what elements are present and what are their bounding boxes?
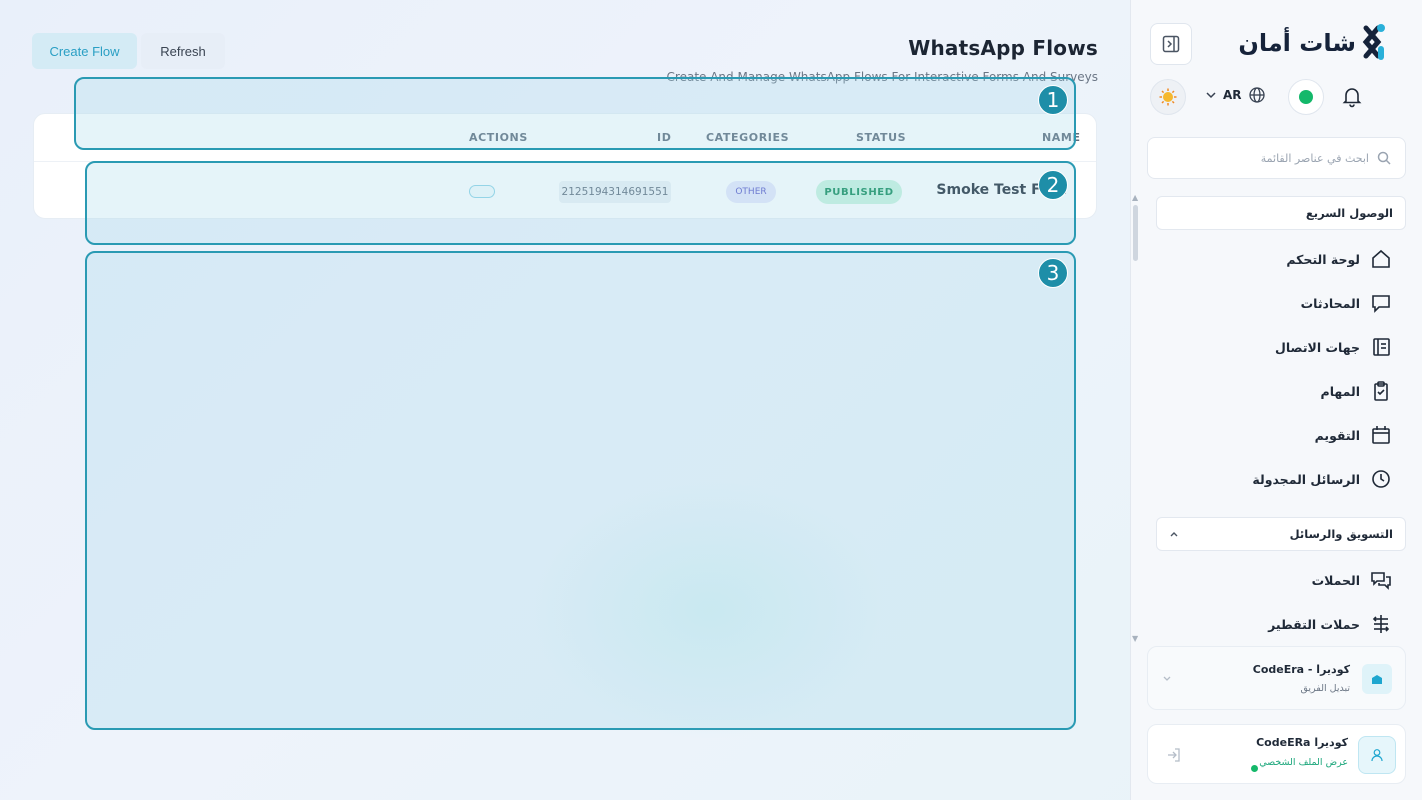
menu-search (1147, 137, 1406, 179)
language-code: AR (1223, 88, 1242, 102)
sidebar-item-label: جهات الاتصال (1274, 339, 1360, 355)
sidebar-item-scheduled-messages[interactable]: الرسائل المجدولة (1252, 465, 1392, 493)
sidebar-item-tasks[interactable]: المهام (1321, 377, 1392, 405)
team-switcher[interactable]: كوديرا - CodeEra تبديل الفريق (1147, 646, 1406, 710)
building-icon (1372, 675, 1382, 684)
chat-icon (1372, 295, 1390, 313)
sidebar-scrollbar-thumb[interactable] (1133, 205, 1138, 261)
marketing-section-label: التسويق والرسائل (1289, 527, 1393, 541)
team-avatar (1362, 664, 1392, 694)
sidebar-item-conversations[interactable]: المحادثات (1301, 289, 1392, 317)
logo-mark-icon (1362, 24, 1385, 60)
notifications-button[interactable] (1340, 84, 1364, 112)
chevron-down-icon (1163, 676, 1171, 681)
menu-search-input[interactable] (1169, 151, 1369, 165)
logo-text: شات أمان (1238, 29, 1356, 57)
sidebar-item-campaigns[interactable]: الحملات (1312, 566, 1392, 594)
globe-icon (1248, 87, 1265, 103)
scroll-up-arrow-icon[interactable]: ▲ (1132, 193, 1138, 202)
region-2-overlay (85, 161, 1076, 245)
sidebar-item-label: الحملات (1311, 572, 1360, 588)
profile-card[interactable]: كوديرا CodeERa عرض الملف الشخصي (1147, 724, 1406, 784)
region-3-label: 3 (1038, 258, 1068, 288)
sidebar-item-drip-campaigns[interactable]: حملات التقطير (1268, 610, 1392, 638)
sidebar-item-label: التقويم (1314, 427, 1360, 443)
chevron-up-icon (1170, 532, 1178, 537)
region-3-overlay (85, 251, 1076, 730)
view-profile-link[interactable]: عرض الملف الشخصي (1259, 757, 1348, 768)
sidebar-item-label: الرسائل المجدولة (1252, 471, 1360, 487)
logout-icon[interactable] (1166, 747, 1182, 763)
quick-access-label: الوصول السريع (1305, 206, 1393, 220)
team-name: كوديرا - CodeEra (1252, 663, 1350, 676)
online-status-dot (1299, 90, 1313, 104)
home-icon (1372, 249, 1390, 268)
sidebar-item-calendar[interactable]: التقويم (1315, 421, 1392, 449)
contacts-book-icon (1373, 338, 1390, 356)
chevron-down-icon (1206, 92, 1216, 99)
campaigns-icon (1371, 572, 1391, 590)
create-flow-button[interactable]: Create Flow (32, 33, 137, 69)
sidebar-item-label: حملات التقطير (1268, 616, 1360, 632)
main-content: Create Flow Refresh WhatsApp Flows Creat… (0, 0, 1130, 800)
brand-logo: شات أمان (1238, 22, 1400, 64)
clipboard-check-icon (1374, 381, 1388, 401)
theme-toggle-button[interactable] (1150, 79, 1186, 115)
region-2-label: 2 (1038, 170, 1068, 200)
region-1-overlay (74, 77, 1076, 150)
drip-icon (1372, 615, 1390, 633)
region-1-label: 1 (1038, 85, 1068, 115)
sidebar-item-label: المحادثات (1300, 295, 1360, 311)
sidebar-item-contacts[interactable]: جهات الاتصال (1275, 333, 1392, 361)
online-status-button[interactable] (1288, 79, 1324, 115)
profile-name: كوديرا CodeERa (1256, 736, 1348, 749)
search-icon (1377, 151, 1391, 165)
panel-collapse-icon (1162, 35, 1180, 53)
marketing-section[interactable]: التسويق والرسائل (1156, 517, 1406, 551)
sun-icon (1159, 88, 1177, 106)
sidebar-item-label: لوحة التحكم (1286, 251, 1360, 267)
avatar (1358, 736, 1396, 774)
user-icon (1371, 749, 1383, 762)
sidebar-item-label: المهام (1320, 383, 1360, 399)
sidebar-item-dashboard[interactable]: لوحة التحكم (1286, 245, 1392, 273)
clock-icon (1372, 470, 1390, 488)
page-title: WhatsApp Flows (908, 36, 1098, 60)
language-selector[interactable]: AR (1205, 86, 1266, 104)
bell-icon (1342, 88, 1362, 108)
refresh-button[interactable]: Refresh (141, 33, 225, 69)
sidebar-collapse-button[interactable] (1150, 23, 1192, 65)
online-indicator (1251, 765, 1258, 772)
quick-access-section[interactable]: الوصول السريع (1156, 196, 1406, 230)
scroll-down-arrow-icon[interactable]: ▼ (1132, 634, 1138, 643)
team-switch-label: تبديل الفريق (1300, 683, 1350, 694)
calendar-icon (1372, 426, 1390, 444)
